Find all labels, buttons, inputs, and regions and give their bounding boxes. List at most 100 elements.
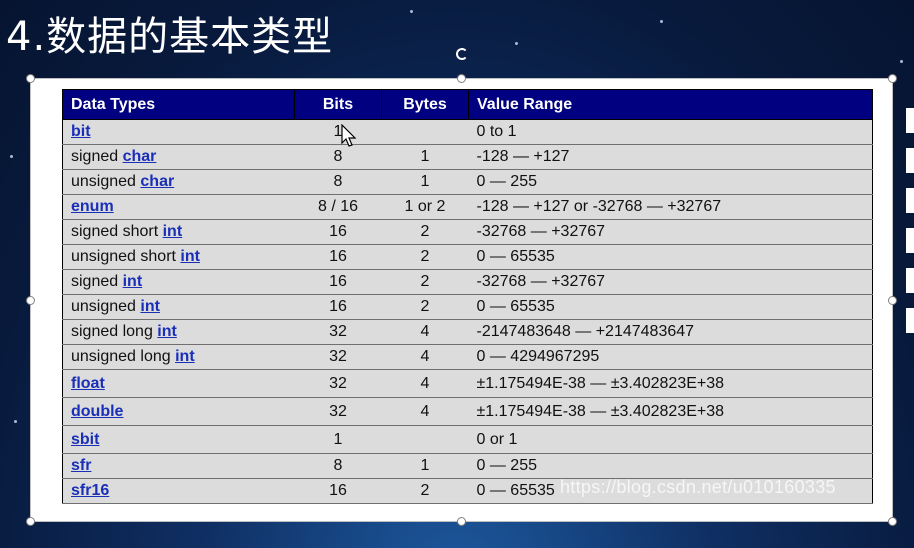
range-cell: ±1.175494E-38 — ±3.402823E+38 [468, 369, 873, 398]
resize-handle-bottom-center[interactable] [457, 517, 466, 526]
type-prefix: signed [71, 273, 123, 290]
bits-cell: 8 [294, 144, 382, 170]
type-cell: signed char [62, 144, 295, 170]
header-bits: Bits [294, 89, 382, 120]
type-cell: double [62, 397, 295, 426]
side-panel-strip [906, 188, 914, 213]
resize-handle-top-left[interactable] [26, 74, 35, 83]
bits-cell: 32 [294, 369, 382, 398]
header-value-range: Value Range [468, 89, 873, 120]
bits-cell: 8 [294, 453, 382, 479]
bytes-cell [381, 119, 469, 145]
type-keyword-link[interactable]: double [71, 403, 123, 420]
table-row: double 32 4 ±1.175494E-38 — ±3.402823E+38 [62, 397, 873, 426]
bytes-cell: 4 [381, 397, 469, 426]
type-cell: enum [62, 194, 295, 220]
table-row: signed long int 32 4 -2147483648 — +2147483… [62, 319, 873, 345]
header-bytes: Bytes [381, 89, 469, 120]
bits-cell: 32 [294, 319, 382, 345]
background-star [515, 42, 518, 45]
type-cell: unsigned short int [62, 244, 295, 270]
background-star [900, 60, 903, 63]
bits-cell: 1 [294, 425, 382, 454]
data-types-table: Data Types Bits Bytes Value Range bit 1 0 … [62, 89, 873, 504]
range-cell: 0 — 255 [468, 453, 873, 479]
rotate-handle-icon[interactable] [456, 48, 468, 60]
table-row: unsigned int 16 2 0 — 65535 [62, 294, 873, 320]
resize-handle-top-center[interactable] [457, 74, 466, 83]
resize-handle-bottom-left[interactable] [26, 517, 35, 526]
bits-cell: 8 / 16 [294, 194, 382, 220]
header-data-types: Data Types [62, 89, 295, 120]
type-keyword-link[interactable]: sbit [71, 431, 99, 448]
type-prefix: unsigned [71, 298, 141, 315]
table-row: float 32 4 ±1.175494E-38 — ±3.402823E+38 [62, 369, 873, 398]
bytes-cell: 2 [381, 244, 469, 270]
resize-handle-middle-left[interactable] [26, 296, 35, 305]
background-star [10, 155, 13, 158]
type-keyword-link[interactable]: enum [71, 198, 114, 215]
type-keyword-link[interactable]: sfr [71, 457, 91, 474]
type-keyword-link[interactable]: int [180, 248, 200, 265]
bits-cell: 16 [294, 244, 382, 270]
bits-cell: 16 [294, 478, 382, 504]
bits-cell: 16 [294, 219, 382, 245]
side-panel-strip [906, 108, 914, 133]
range-cell: -128 — +127 or -32768 — +32767 [468, 194, 873, 220]
type-cell: float [62, 369, 295, 398]
table-row: unsigned char 8 1 0 — 255 [62, 169, 873, 195]
slide-title: 4.数据的基本类型 [6, 14, 334, 60]
table-header-row: Data Types Bits Bytes Value Range [62, 89, 873, 120]
type-keyword-link[interactable]: float [71, 375, 105, 392]
type-keyword-link[interactable]: char [123, 148, 157, 165]
type-cell: signed int [62, 269, 295, 295]
type-prefix: unsigned long [71, 348, 176, 365]
resize-handle-bottom-right[interactable] [888, 517, 897, 526]
table-row: signed short int 16 2 -32768 — +32767 [62, 219, 873, 245]
bytes-cell: 2 [381, 269, 469, 295]
type-keyword-link[interactable]: int [163, 223, 183, 240]
type-cell: sbit [62, 425, 295, 454]
range-cell: ±1.175494E-38 — ±3.402823E+38 [468, 397, 873, 426]
bits-cell: 16 [294, 269, 382, 295]
type-keyword-link[interactable]: sfr16 [71, 482, 109, 499]
range-cell: -32768 — +32767 [468, 269, 873, 295]
type-prefix: signed short [71, 223, 163, 240]
type-cell: unsigned long int [62, 344, 295, 370]
bytes-cell [381, 425, 469, 454]
side-panel-strip [906, 228, 914, 253]
background-star [14, 420, 17, 423]
background-star [660, 20, 663, 23]
type-cell: sfr [62, 453, 295, 479]
table-row: bit 1 0 to 1 [62, 119, 873, 145]
resize-handle-middle-right[interactable] [888, 296, 897, 305]
range-cell: 0 — 65535 [468, 244, 873, 270]
type-keyword-link[interactable]: int [123, 273, 143, 290]
background-star [410, 10, 413, 13]
bytes-cell: 1 [381, 453, 469, 479]
table-row: enum 8 / 16 1 or 2 -128 — +127 or -32768 — … [62, 194, 873, 220]
side-panel-strip [906, 308, 914, 333]
bytes-cell: 2 [381, 219, 469, 245]
watermark-text: https://blog.csdn.net/u010160335 [560, 477, 836, 497]
type-prefix: signed long [71, 323, 158, 340]
bytes-cell: 2 [381, 294, 469, 320]
bits-cell: 8 [294, 169, 382, 195]
resize-handle-top-right[interactable] [888, 74, 897, 83]
type-prefix: unsigned [71, 173, 141, 190]
type-cell: signed long int [62, 319, 295, 345]
table-row: unsigned long int 32 4 0 — 4294967295 [62, 344, 873, 370]
type-keyword-link[interactable]: bit [71, 123, 91, 140]
type-keyword-link[interactable]: int [157, 323, 177, 340]
bytes-cell: 4 [381, 369, 469, 398]
bytes-cell: 1 [381, 144, 469, 170]
type-keyword-link[interactable]: int [140, 298, 160, 315]
type-keyword-link[interactable]: int [175, 348, 195, 365]
bytes-cell: 4 [381, 344, 469, 370]
side-panel-strip [906, 148, 914, 173]
range-cell: 0 — 65535 [468, 294, 873, 320]
type-keyword-link[interactable]: char [140, 173, 174, 190]
range-cell: 0 or 1 [468, 425, 873, 454]
type-cell: sfr16 [62, 478, 295, 504]
type-cell: signed short int [62, 219, 295, 245]
